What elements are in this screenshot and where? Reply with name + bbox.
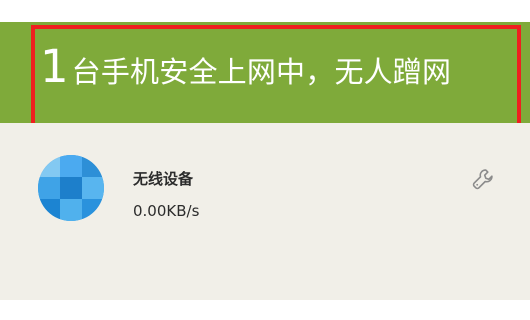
security-status-message: 台手机安全上网中，无人蹭网 (71, 55, 452, 89)
device-settings-button[interactable] (468, 166, 498, 196)
wrench-icon (471, 167, 495, 195)
device-name: 无线设备 (133, 170, 194, 188)
pixelated-avatar-icon (38, 155, 104, 221)
device-speed: 0.00KB/s (133, 202, 200, 220)
screenshot-canvas: 1 台手机安全上网中，无人蹭网 无线设备 0.00KB/s (0, 0, 530, 320)
bottom-blank-strip (0, 300, 530, 320)
connected-device-count: 1 (40, 40, 69, 93)
top-blank-strip (0, 0, 530, 22)
network-status-text: 1 台手机安全上网中，无人蹭网 (40, 44, 451, 89)
